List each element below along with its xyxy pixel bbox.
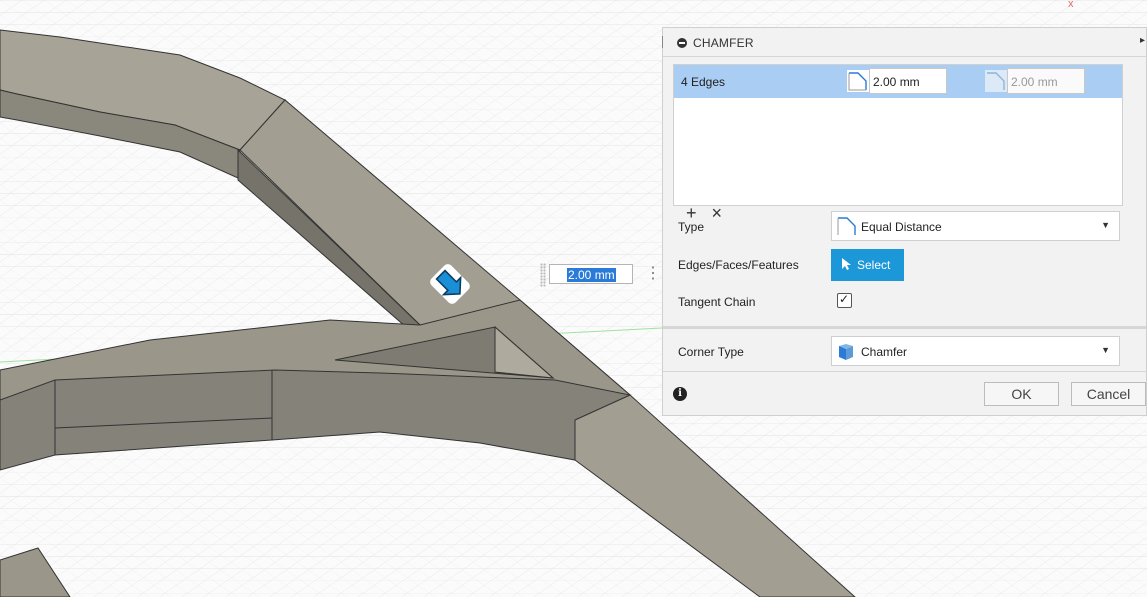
type-value: Equal Distance bbox=[861, 220, 942, 234]
dialog-header[interactable]: CHAMFER ▸ bbox=[662, 28, 1146, 57]
equal-distance-icon bbox=[836, 215, 858, 237]
divider bbox=[663, 371, 1146, 372]
select-button[interactable]: Select bbox=[831, 249, 904, 281]
chevron-down-icon: ▼ bbox=[1101, 220, 1110, 230]
type-dropdown[interactable]: Equal Distance ▼ bbox=[831, 211, 1120, 241]
distance-box-grip[interactable] bbox=[540, 263, 546, 287]
chamfer-distance-two-icon bbox=[985, 70, 1007, 92]
selection-list[interactable]: 4 Edges 2.00 mm 2.00 mm + × bbox=[673, 64, 1123, 223]
cancel-button[interactable]: Cancel bbox=[1071, 382, 1146, 406]
more-options-icon[interactable]: ⋮ bbox=[645, 264, 661, 286]
chevron-down-icon: ▼ bbox=[1101, 345, 1110, 355]
distance-two-field: 2.00 mm bbox=[1007, 68, 1085, 94]
distance-one-field[interactable]: 2.00 mm bbox=[869, 68, 947, 94]
tangent-chain-checkbox[interactable]: ✓ bbox=[837, 292, 852, 308]
edges-label: Edges/Faces/Features bbox=[678, 258, 799, 272]
divider bbox=[663, 326, 1146, 329]
expand-arrow-icon[interactable]: ▸ bbox=[1140, 35, 1145, 46]
corner-type-value: Chamfer bbox=[861, 345, 908, 359]
drag-handle-icon[interactable] bbox=[662, 36, 665, 48]
type-label: Type bbox=[678, 220, 705, 234]
dialog-title: CHAMFER bbox=[693, 36, 754, 50]
ok-button[interactable]: OK bbox=[984, 382, 1059, 406]
remove-icon[interactable]: × bbox=[712, 203, 723, 224]
info-icon[interactable]: i bbox=[673, 387, 687, 401]
distance-input-value: 2.00 mm bbox=[567, 268, 616, 282]
chamfer-dialog: CHAMFER ▸ 4 Edges 2.00 mm 2.00 mm + × Ty… bbox=[662, 27, 1147, 416]
collapse-icon[interactable] bbox=[677, 38, 687, 48]
distance-input-floating[interactable]: 2.00 mm bbox=[549, 264, 633, 284]
corner-type-dropdown[interactable]: Chamfer ▼ bbox=[831, 336, 1120, 366]
cursor-arrow-icon bbox=[841, 257, 852, 274]
selection-row[interactable]: 4 Edges 2.00 mm 2.00 mm bbox=[674, 65, 1122, 98]
corner-type-label: Corner Type bbox=[678, 345, 744, 359]
select-button-label: Select bbox=[857, 258, 891, 272]
selection-label: 4 Edges bbox=[681, 75, 726, 89]
chamfer-distance-icon bbox=[847, 70, 869, 92]
x-axis-marker: x bbox=[1068, 0, 1074, 10]
checkmark-icon: ✓ bbox=[839, 292, 850, 306]
chamfer-corner-icon bbox=[838, 343, 854, 364]
tangent-chain-label: Tangent Chain bbox=[678, 295, 756, 309]
